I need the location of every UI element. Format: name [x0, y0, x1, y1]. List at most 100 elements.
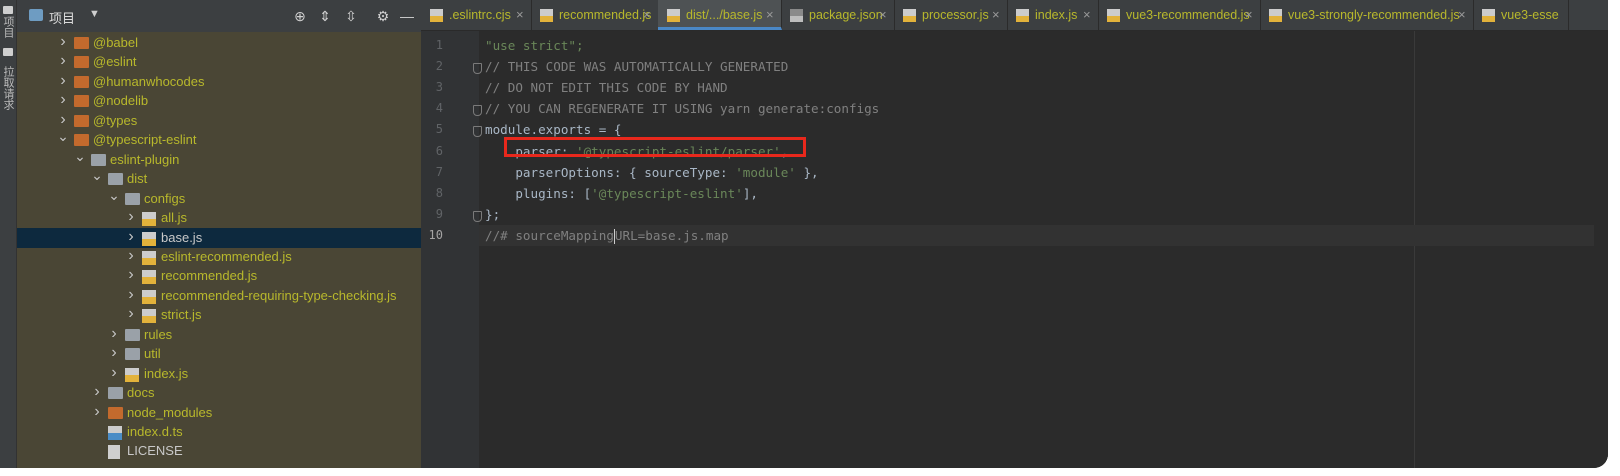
code-line[interactable]: //# sourceMappingURL=base.js.map: [479, 224, 1605, 246]
tree-item[interactable]: › eslint-recommended.js: [17, 247, 435, 267]
code-line[interactable]: // DO NOT EDIT THIS CODE BY HAND: [485, 77, 728, 98]
tree-item-label: strict.js: [161, 307, 202, 323]
js-file-icon: [903, 9, 916, 22]
chevron-right-icon[interactable]: ›: [57, 91, 69, 109]
chevron-right-icon[interactable]: ›: [125, 266, 137, 284]
fold-marker-icon[interactable]: [473, 105, 482, 117]
tree-item[interactable]: › strict.js: [17, 305, 435, 325]
close-icon[interactable]: ×: [516, 0, 524, 30]
chevron-right-icon[interactable]: ›: [125, 228, 137, 246]
editor-tab[interactable]: dist/.../base.js ×: [658, 0, 782, 30]
gear-icon[interactable]: ⚙: [373, 6, 393, 26]
tree-item[interactable]: › rules: [17, 325, 435, 345]
chevron-right-icon[interactable]: ›: [125, 305, 137, 323]
folder-icon: [74, 95, 89, 108]
locate-icon[interactable]: ⊕: [290, 6, 310, 26]
chevron-right-icon[interactable]: ›: [108, 344, 120, 362]
code-line[interactable]: "use strict";: [485, 35, 584, 56]
code-line[interactable]: // THIS CODE WAS AUTOMATICALLY GENERATED: [485, 56, 788, 77]
chevron-right-icon[interactable]: ›: [91, 383, 103, 401]
tree-item[interactable]: › @types: [17, 111, 435, 131]
pull-request-tool-label[interactable]: 拉取请求: [1, 66, 15, 110]
chevron-down-icon[interactable]: ▼: [89, 8, 100, 20]
tree-item[interactable]: ⌄ configs: [17, 187, 435, 209]
chevron-down-icon[interactable]: ⌄: [91, 167, 103, 184]
editor-tab[interactable]: index.js ×: [1007, 0, 1099, 30]
tree-item-label: @babel: [93, 35, 139, 50]
minimize-icon[interactable]: —: [397, 6, 417, 26]
tree-item[interactable]: › all.js: [17, 208, 435, 228]
close-icon[interactable]: ×: [1458, 0, 1466, 30]
close-icon[interactable]: ×: [992, 0, 1000, 30]
tree-item[interactable]: index.d.ts: [17, 422, 435, 442]
editor-tab[interactable]: .eslintrc.cjs ×: [421, 0, 532, 30]
close-icon[interactable]: ×: [766, 0, 774, 30]
chevron-right-icon[interactable]: ›: [57, 72, 69, 90]
tree-item[interactable]: ⌄ dist: [17, 167, 435, 189]
editor-tab[interactable]: package.json ×: [781, 0, 895, 30]
tree-item-label: index.d.ts: [127, 424, 183, 439]
chevron-right-icon[interactable]: ›: [125, 286, 137, 304]
chevron-right-icon[interactable]: ›: [91, 403, 103, 421]
tree-item[interactable]: › @humanwhocodes: [17, 72, 435, 92]
pull-request-tool-icon[interactable]: [3, 48, 13, 56]
code-line[interactable]: parserOptions: { sourceType: 'module' },: [485, 162, 818, 183]
tree-item[interactable]: › @nodelib: [17, 91, 435, 111]
line-number: 9: [435, 206, 443, 221]
line-number: 7: [435, 164, 443, 179]
code-line[interactable]: };: [485, 204, 500, 225]
close-icon[interactable]: ×: [1245, 0, 1253, 30]
tree-item-label: configs: [144, 190, 186, 206]
close-icon[interactable]: ×: [879, 0, 887, 30]
tree-item-label: @types: [93, 112, 138, 128]
tab-label: processor.js: [922, 8, 989, 22]
editor-scrollbar[interactable]: [1594, 31, 1608, 468]
fold-marker-icon[interactable]: [473, 63, 482, 75]
tree-item[interactable]: LICENSE: [17, 441, 435, 461]
tree-item[interactable]: › recommended.js: [17, 266, 435, 286]
tree-item[interactable]: › @eslint: [17, 52, 435, 72]
tree-item-label: node_modules: [127, 404, 213, 420]
editor-tab[interactable]: vue3-esse: [1473, 0, 1569, 30]
tree-item[interactable]: › base.js: [17, 227, 435, 248]
chevron-right-icon[interactable]: ›: [57, 52, 69, 70]
tree-item[interactable]: ⌄ eslint-plugin: [17, 148, 435, 170]
chevron-right-icon[interactable]: ›: [125, 247, 137, 265]
code-line[interactable]: plugins: ['@typescript-eslint'],: [485, 183, 758, 204]
tree-item[interactable]: › recommended-requiring-type-checking.js: [17, 286, 435, 306]
chevron-right-icon[interactable]: ›: [108, 364, 120, 382]
chevron-down-icon[interactable]: ⌄: [74, 148, 86, 165]
chevron-right-icon[interactable]: ›: [57, 111, 69, 129]
editor-tab[interactable]: recommended.js ×: [531, 0, 659, 30]
chevron-right-icon[interactable]: ›: [108, 325, 120, 343]
tree-item-label: LICENSE: [127, 443, 183, 459]
folder-icon: [91, 153, 106, 166]
chevron-right-icon[interactable]: ›: [125, 208, 137, 226]
chevron-down-icon[interactable]: ⌄: [57, 128, 69, 145]
tree-item[interactable]: › node_modules: [17, 403, 435, 423]
project-panel-title[interactable]: 项目: [49, 8, 75, 27]
fold-marker-icon[interactable]: [473, 210, 482, 222]
tab-label: .eslintrc.cjs: [449, 8, 511, 22]
tree-item[interactable]: › docs: [17, 383, 435, 403]
code-token: module.exports = {: [485, 122, 622, 138]
tree-item[interactable]: › @babel: [17, 33, 435, 53]
editor-tab[interactable]: vue3-recommended.js ×: [1098, 0, 1261, 30]
chevron-down-icon[interactable]: ⌄: [108, 187, 120, 204]
editor-tab[interactable]: processor.js ×: [894, 0, 1008, 30]
json-file-icon: [790, 9, 803, 22]
expand-all-icon[interactable]: ⇕: [315, 6, 335, 26]
editor-tab[interactable]: vue3-strongly-recommended.js ×: [1260, 0, 1474, 30]
close-icon[interactable]: ×: [643, 0, 651, 30]
project-tool-icon[interactable]: [3, 6, 13, 14]
tree-item[interactable]: › util: [17, 344, 435, 364]
close-icon[interactable]: ×: [1083, 0, 1091, 30]
js-file-icon: [667, 9, 680, 22]
tree-item[interactable]: › index.js: [17, 364, 435, 384]
project-tool-label[interactable]: 项目: [1, 16, 15, 38]
code-line[interactable]: // YOU CAN REGENERATE IT USING yarn gene…: [485, 98, 879, 119]
fold-marker-icon[interactable]: [473, 126, 482, 138]
chevron-right-icon[interactable]: ›: [57, 33, 69, 51]
js-file-icon: [1269, 9, 1282, 22]
collapse-all-icon[interactable]: ⇳: [341, 6, 361, 26]
